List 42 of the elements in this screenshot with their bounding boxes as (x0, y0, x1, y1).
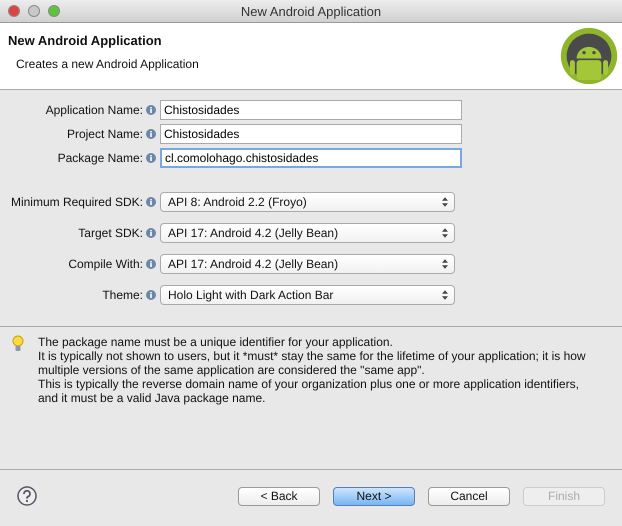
help-text: This is typically the reverse domain name of your organization plus one or more application identifiers, (38, 377, 580, 391)
info-icon[interactable] (146, 153, 156, 163)
dialog-button[interactable]: < Back (238, 486, 320, 506)
field-label: Application Name: (44, 103, 143, 117)
input-field[interactable]: Chistosidades (160, 100, 462, 120)
help-icon[interactable] (17, 486, 37, 506)
field-label: Theme: (101, 288, 143, 302)
window-title: New Android Application (240, 4, 382, 18)
field-label: Project Name: (66, 127, 143, 141)
help-text: and it must be a valid Java package name. (38, 391, 266, 405)
info-icon[interactable] (146, 290, 156, 300)
page-title: New Android Application (8, 33, 163, 48)
info-icon[interactable] (146, 105, 156, 115)
dialog-button[interactable]: Cancel (428, 486, 510, 506)
dropdown[interactable]: API 17: Android 4.2 (Jelly Bean) (160, 222, 455, 242)
robot-icon (560, 27, 618, 85)
help-text: It is typically not shown to users, but it *must* stay the same for the lifetime of your application; it is how (38, 349, 586, 363)
updown-icon (442, 290, 448, 300)
field-label: Target SDK: (77, 226, 143, 240)
field-label: Compile With: (67, 256, 143, 270)
info-icon[interactable] (146, 129, 156, 139)
dialog-button[interactable]: Next > (333, 486, 415, 506)
input-field[interactable]: cl.comolohago.chistosidades (160, 148, 462, 168)
page-subtitle: Creates a new Android Application (15, 57, 199, 71)
dropdown[interactable]: API 17: Android 4.2 (Jelly Bean) (160, 254, 455, 274)
updown-icon (442, 228, 448, 238)
input-field[interactable]: Chistosidades (160, 124, 462, 144)
field-label: Minimum Required SDK: (10, 194, 143, 208)
minimize-icon[interactable] (28, 5, 40, 17)
updown-icon (442, 196, 448, 206)
close-icon[interactable] (8, 5, 20, 17)
updown-icon (442, 258, 448, 268)
dropdown[interactable]: Holo Light with Dark Action Bar (160, 284, 455, 304)
lightbulb-icon (12, 335, 24, 353)
info-icon[interactable] (146, 196, 156, 206)
field-label: Package Name: (56, 151, 143, 165)
dropdown[interactable]: API 8: Android 2.2 (Froyo) (160, 192, 455, 212)
info-icon[interactable] (146, 258, 156, 268)
help-text: multiple versions of the same application are considered the "same app". (38, 363, 426, 377)
zoom-icon[interactable] (48, 5, 60, 17)
info-icon[interactable] (146, 228, 156, 238)
help-text: The package name must be a unique identifier for your application. (38, 335, 394, 349)
